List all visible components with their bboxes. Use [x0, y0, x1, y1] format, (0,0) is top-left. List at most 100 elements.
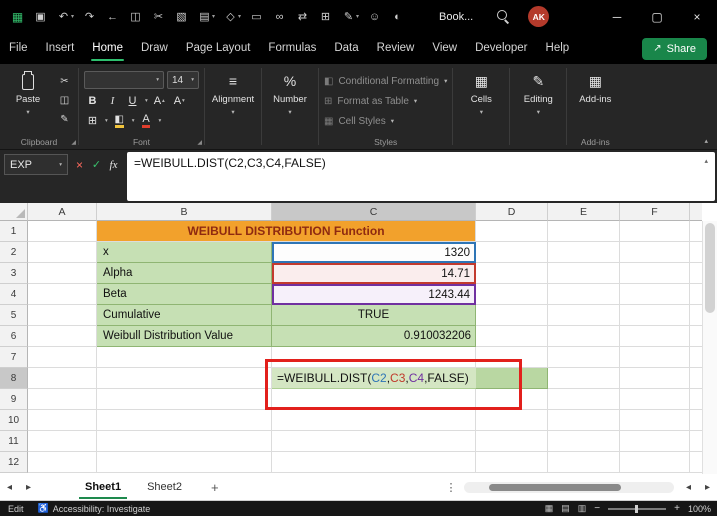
add-sheet-button[interactable]: +: [211, 480, 219, 495]
cell[interactable]: [548, 221, 620, 242]
column-header-e[interactable]: E: [548, 203, 620, 221]
eraser-icon[interactable]: ▭: [245, 10, 268, 23]
shapes-dropdown-icon[interactable]: ▾: [238, 13, 245, 20]
cell-c3-value[interactable]: 14.71: [272, 263, 476, 284]
font-name-dropdown-icon[interactable]: ▾: [156, 77, 159, 83]
share-button[interactable]: ↗ Share: [642, 38, 707, 60]
cell[interactable]: [548, 305, 620, 326]
conditional-formatting-button[interactable]: ◧ Conditional Formatting ▾: [324, 72, 447, 90]
search-icon[interactable]: [497, 10, 510, 23]
underline-button[interactable]: U: [124, 92, 141, 109]
cell[interactable]: [548, 410, 620, 431]
view-page-break-icon[interactable]: ▥: [578, 503, 587, 514]
cell-c8-formula[interactable]: =WEIBULL.DIST(C2,C3,C4,FALSE): [272, 368, 476, 389]
cell[interactable]: [476, 263, 548, 284]
cell-b6-label[interactable]: Weibull Distribution Value: [97, 326, 272, 347]
cell[interactable]: [476, 347, 548, 368]
cell[interactable]: [548, 389, 620, 410]
number-button[interactable]: % Number ▾: [267, 67, 313, 135]
cell[interactable]: [28, 284, 97, 305]
undo-dropdown-icon[interactable]: ▾: [71, 13, 78, 20]
tabbar-overflow-icon[interactable]: ⋮: [443, 481, 459, 494]
cell[interactable]: [97, 368, 272, 389]
copy-button-icon[interactable]: ◫: [56, 92, 73, 108]
column-header-c[interactable]: C: [272, 203, 476, 221]
cut-icon[interactable]: ✂: [147, 10, 170, 23]
scroll-right-icon[interactable]: ▸: [698, 482, 717, 493]
maximize-button[interactable]: ▢: [637, 0, 677, 33]
cell[interactable]: [97, 389, 272, 410]
cell[interactable]: [620, 242, 690, 263]
redo-icon[interactable]: ↷: [78, 10, 101, 23]
account-avatar[interactable]: AK: [528, 6, 549, 27]
fill-color-dropdown-icon[interactable]: ▾: [132, 118, 135, 124]
zoom-out-button[interactable]: −: [594, 503, 600, 514]
cell[interactable]: [620, 389, 690, 410]
save-icon[interactable]: ▣: [29, 10, 52, 23]
underline-dropdown-icon[interactable]: ▾: [145, 98, 148, 104]
sheet-nav-prev-icon[interactable]: ◂: [0, 482, 19, 493]
vertical-scrollbar-thumb[interactable]: [705, 223, 715, 313]
cell[interactable]: [28, 452, 97, 473]
font-size-dropdown-icon[interactable]: ▾: [191, 77, 194, 83]
copy-icon[interactable]: ◫: [124, 10, 147, 23]
font-size-combo[interactable]: 14 ▾: [167, 71, 199, 89]
cell[interactable]: [28, 389, 97, 410]
row-header[interactable]: 12: [0, 452, 28, 473]
row-header[interactable]: 10: [0, 410, 28, 431]
addins-button[interactable]: ▦ Add-ins: [572, 67, 618, 135]
row-header[interactable]: 1: [0, 221, 28, 242]
formula-input[interactable]: =WEIBULL.DIST(C2,C3,C4,FALSE) ▴: [127, 152, 715, 201]
cell[interactable]: [272, 410, 476, 431]
format-painter-icon[interactable]: ✎: [56, 111, 73, 127]
column-header-a[interactable]: A: [28, 203, 97, 221]
cell[interactable]: [620, 431, 690, 452]
cell[interactable]: [620, 452, 690, 473]
scroll-left-icon[interactable]: ◂: [679, 482, 698, 493]
tab-review[interactable]: Review: [368, 33, 424, 64]
cell-c2-value[interactable]: 1320: [272, 242, 476, 263]
cell[interactable]: [476, 326, 548, 347]
cell[interactable]: [28, 431, 97, 452]
cell[interactable]: [620, 263, 690, 284]
number-dropdown-icon[interactable]: ▾: [288, 108, 291, 116]
italic-button[interactable]: I: [104, 92, 121, 109]
paste-dropdown-icon[interactable]: ▾: [26, 108, 29, 116]
editing-dropdown-icon[interactable]: ▾: [537, 108, 540, 116]
cell[interactable]: [476, 431, 548, 452]
cells-button[interactable]: ▦ Cells ▾: [458, 67, 504, 135]
zoom-slider-thumb[interactable]: [635, 505, 638, 513]
bold-button[interactable]: B: [84, 92, 101, 109]
tab-insert[interactable]: Insert: [37, 33, 84, 64]
fill-color-icon[interactable]: ◧: [115, 114, 124, 128]
cell[interactable]: [476, 221, 548, 242]
cell[interactable]: [548, 284, 620, 305]
cell[interactable]: [28, 263, 97, 284]
cell[interactable]: [620, 305, 690, 326]
cell[interactable]: [28, 368, 97, 389]
table-icon[interactable]: ⊞: [314, 10, 337, 23]
minimize-button[interactable]: ─: [597, 0, 637, 33]
enter-formula-button[interactable]: ✓: [88, 158, 105, 171]
zoom-level[interactable]: 100%: [688, 504, 711, 514]
cell-b4-label[interactable]: Beta: [97, 284, 272, 305]
cell[interactable]: [548, 326, 620, 347]
sheet-nav-next-icon[interactable]: ▸: [19, 482, 38, 493]
cell[interactable]: [97, 452, 272, 473]
cells-dropdown-icon[interactable]: ▾: [480, 108, 483, 116]
cell[interactable]: [28, 242, 97, 263]
tab-sheet1[interactable]: Sheet1: [72, 474, 134, 501]
formula-bar-collapse-icon[interactable]: ▴: [704, 157, 708, 165]
cell-title-merged[interactable]: WEIBULL DISTRIBUTION Function: [97, 221, 476, 242]
tab-view[interactable]: View: [423, 33, 466, 64]
tab-page-layout[interactable]: Page Layout: [177, 33, 260, 64]
horizontal-scrollbar[interactable]: [464, 482, 674, 493]
excel-app-icon[interactable]: ▦: [6, 10, 29, 24]
borders-icon[interactable]: ⊞: [84, 112, 101, 129]
view-page-layout-icon[interactable]: ▤: [561, 503, 570, 514]
tab-developer[interactable]: Developer: [466, 33, 536, 64]
chart-dropdown-icon[interactable]: ▾: [212, 13, 219, 20]
row-header[interactable]: 3: [0, 263, 28, 284]
cell-c4-value[interactable]: 1243.44: [272, 284, 476, 305]
column-header-b[interactable]: B: [97, 203, 272, 221]
